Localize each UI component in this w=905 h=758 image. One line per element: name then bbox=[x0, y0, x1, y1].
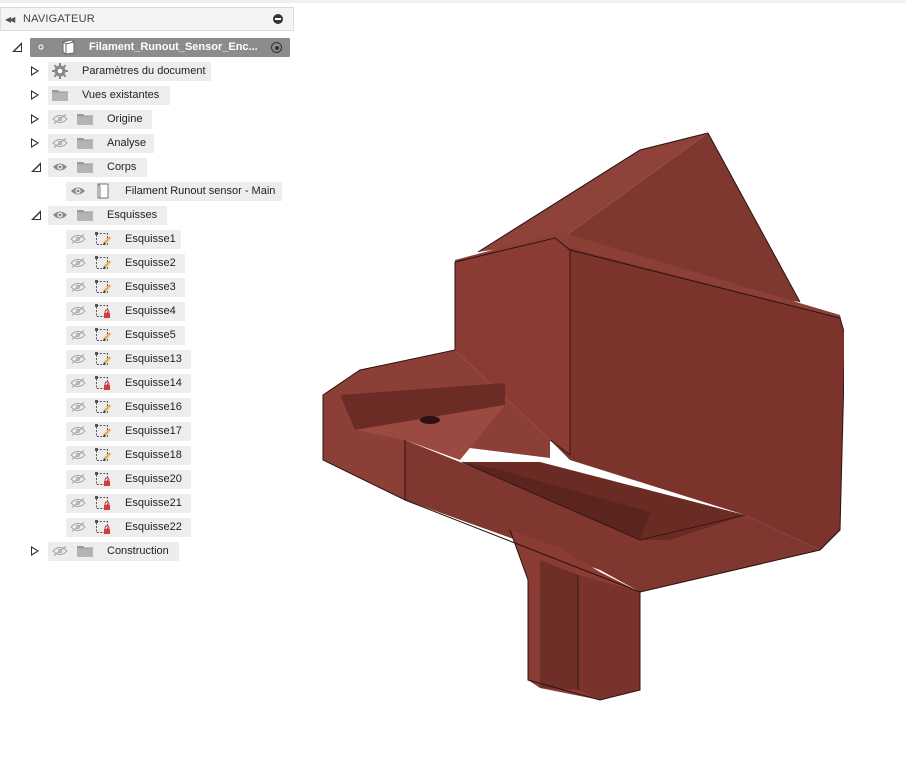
expand-arrow-icon[interactable] bbox=[31, 138, 39, 148]
expand-arrow-icon[interactable] bbox=[31, 114, 39, 124]
row-label: Esquisse22 bbox=[125, 521, 182, 533]
row-label: Esquisse3 bbox=[125, 281, 176, 293]
row-label: Vues existantes bbox=[82, 89, 160, 101]
collapse-arrow-icon[interactable] bbox=[12, 42, 22, 52]
tree-item-analysis[interactable]: Analyse bbox=[0, 133, 300, 153]
tree-item-sketch[interactable]: Esquisse3 bbox=[0, 277, 300, 297]
tree-item-sketch[interactable]: Esquisse5 bbox=[0, 325, 300, 345]
collapse-arrow-icon[interactable] bbox=[31, 162, 41, 172]
tree-root-document[interactable]: Filament_Runout_Sensor_Enc... bbox=[0, 37, 300, 57]
top-toolbar-edge bbox=[0, 0, 905, 3]
row-label: Esquisse20 bbox=[125, 473, 182, 485]
row-label: Esquisse17 bbox=[125, 425, 182, 437]
collapse-panel-icon[interactable]: ◀◀ bbox=[5, 15, 19, 24]
row-label: Esquisse16 bbox=[125, 401, 182, 413]
model-viewport[interactable] bbox=[322, 130, 844, 702]
expand-arrow-icon[interactable] bbox=[31, 90, 39, 100]
tree-item-sketch[interactable]: Esquisse21 bbox=[0, 493, 300, 513]
row-label: Origine bbox=[107, 113, 143, 125]
tree-item-sketch[interactable]: Esquisse22 bbox=[0, 517, 300, 537]
row-label: Construction bbox=[107, 545, 169, 557]
tree-item-sketch[interactable]: Esquisse16 bbox=[0, 397, 300, 417]
tree-item-origin[interactable]: Origine bbox=[0, 109, 300, 129]
tree-item-body-main[interactable]: Filament Runout sensor - Main bbox=[0, 181, 300, 201]
expand-arrow-icon[interactable] bbox=[31, 66, 39, 76]
tree-item-sketch[interactable]: Esquisse1 bbox=[0, 229, 300, 249]
model-screw-hole bbox=[420, 416, 440, 424]
row-label: Filament Runout sensor - Main bbox=[125, 185, 276, 197]
tree-item-sketch[interactable]: Esquisse14 bbox=[0, 373, 300, 393]
row-label: Esquisses bbox=[107, 209, 158, 221]
activate-target-icon[interactable] bbox=[271, 42, 282, 53]
tree-item-sketch[interactable]: Esquisse17 bbox=[0, 421, 300, 441]
tree-item-named-views[interactable]: Vues existantes bbox=[0, 85, 300, 105]
row-label: Filament_Runout_Sensor_Enc... bbox=[89, 41, 258, 53]
row-label: Esquisse5 bbox=[125, 329, 176, 341]
row-label: Esquisse4 bbox=[125, 305, 176, 317]
tree-item-document-settings[interactable]: Paramètres du document bbox=[0, 61, 300, 81]
row-label: Esquisse2 bbox=[125, 257, 176, 269]
row-label: Analyse bbox=[107, 137, 147, 149]
navigator-header: ◀◀ NAVIGATEUR bbox=[0, 7, 294, 31]
tree-item-sketch[interactable]: Esquisse4 bbox=[0, 301, 300, 321]
row-label: Esquisse18 bbox=[125, 449, 182, 461]
row-label: Corps bbox=[107, 161, 137, 173]
row-label: Esquisse21 bbox=[125, 497, 182, 509]
tree-item-sketch[interactable]: Esquisse13 bbox=[0, 349, 300, 369]
row-label: Esquisse1 bbox=[125, 233, 176, 245]
tree-item-sketch[interactable]: Esquisse2 bbox=[0, 253, 300, 273]
navigator-title: NAVIGATEUR bbox=[23, 13, 95, 25]
row-label: Esquisse13 bbox=[125, 353, 182, 365]
tree-item-sketch[interactable]: Esquisse18 bbox=[0, 445, 300, 465]
tree-item-construction[interactable]: Construction bbox=[0, 541, 300, 561]
row-label: Paramètres du document bbox=[82, 65, 206, 77]
expand-arrow-icon[interactable] bbox=[31, 546, 39, 556]
minimize-icon[interactable] bbox=[273, 14, 283, 24]
collapse-arrow-icon[interactable] bbox=[31, 210, 41, 220]
row-label: Esquisse14 bbox=[125, 377, 182, 389]
tree-item-sketch[interactable]: Esquisse20 bbox=[0, 469, 300, 489]
tree-item-bodies[interactable]: Corps bbox=[0, 157, 300, 177]
tree-item-sketches[interactable]: Esquisses bbox=[0, 205, 300, 225]
